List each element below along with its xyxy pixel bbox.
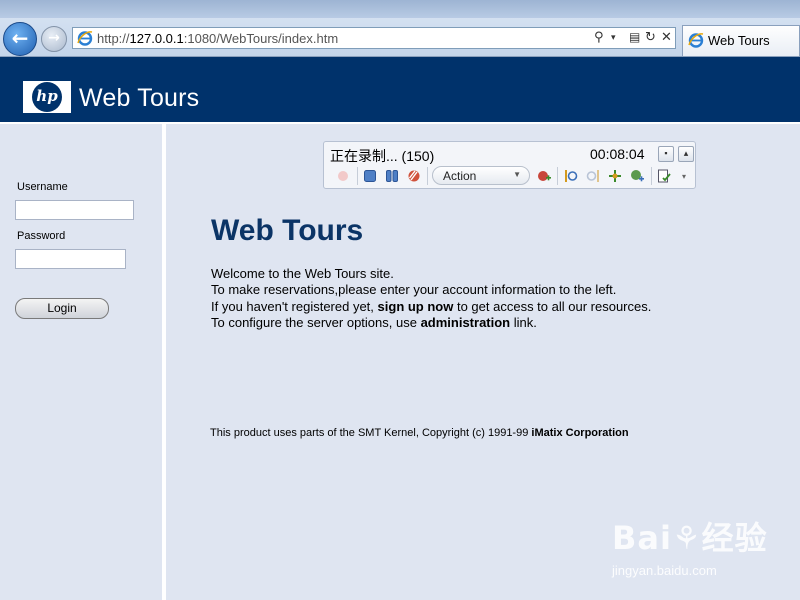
dropdown-icon[interactable]: ▾	[611, 33, 616, 43]
ie-logo-icon	[688, 33, 704, 48]
login-sidebar: Username Password Login	[0, 124, 166, 600]
forward-button[interactable]: →	[41, 26, 67, 52]
username-field[interactable]	[15, 200, 134, 220]
search-icon[interactable]: ⚲	[594, 30, 604, 45]
watermark-logo: Bai⚘经验	[612, 519, 768, 557]
toolbar-divider	[557, 167, 558, 185]
signup-link[interactable]: sign up now	[378, 299, 454, 314]
recording-status: 正在录制... (150)	[330, 148, 435, 164]
insert-start-transaction-icon[interactable]	[564, 169, 578, 183]
password-field[interactable]	[15, 249, 126, 269]
window-title-bar	[0, 0, 800, 18]
username-label: Username	[17, 181, 68, 193]
welcome-line: Welcome to the Web Tours site.	[211, 266, 394, 281]
admin-prefix: To configure the server options, use	[211, 314, 421, 330]
password-label: Password	[17, 230, 66, 242]
welcome-text: Welcome to the Web Tours site. To make r…	[211, 266, 651, 331]
recording-timer: 00:08:04	[590, 146, 645, 162]
url-scheme: http://	[97, 31, 130, 46]
hp-logo: hp	[23, 81, 71, 113]
stop-load-icon[interactable]: ✕	[661, 30, 672, 45]
insert-rendezvous-icon[interactable]	[608, 169, 622, 183]
admin-suffix: link.	[510, 314, 537, 330]
forward-arrow-icon: →	[48, 30, 60, 46]
record-icon[interactable]	[336, 169, 350, 183]
watermark-site: jingyan.baidu.com	[612, 563, 717, 578]
url-host: 127.0.0.1	[129, 31, 184, 46]
back-button[interactable]: ←	[3, 22, 37, 56]
ie-logo-icon	[77, 31, 93, 46]
insert-comment-icon[interactable]	[630, 169, 644, 183]
pin-icon[interactable]: ▪	[658, 146, 674, 162]
reservation-instruction: To make reservations,please enter your a…	[211, 282, 617, 298]
signup-line: If you haven't registered yet, sign up n…	[211, 299, 651, 315]
back-arrow-icon: ←	[11, 26, 29, 50]
toolbar-options-icon[interactable]: ▾	[682, 172, 686, 181]
refresh-icon[interactable]: ↻	[645, 30, 656, 45]
browser-tab[interactable]: Web Tours	[682, 25, 800, 56]
recording-controls: Action ▼ ▾	[324, 164, 695, 188]
toolbar-divider	[651, 167, 652, 185]
baidu-watermark: Bai⚘经验 jingyan.baidu.com	[612, 513, 768, 578]
copyright-company: iMatix Corporation	[531, 427, 629, 439]
toolbar-divider	[427, 167, 428, 185]
cancel-recording-icon[interactable]	[407, 169, 421, 183]
insert-action-icon[interactable]	[537, 169, 551, 183]
stop-icon[interactable]	[363, 169, 377, 183]
insert-text-check-icon[interactable]	[657, 169, 671, 183]
copyright-notice: This product uses parts of the SMT Kerne…	[210, 427, 629, 439]
compatibility-view-icon[interactable]: ▤	[629, 30, 640, 44]
login-button[interactable]: Login	[15, 298, 109, 319]
insert-end-transaction-icon[interactable]	[586, 169, 600, 183]
copyright-text: This product uses parts of the SMT Kerne…	[210, 427, 532, 439]
url-text: http://127.0.0.1:1080/WebTours/index.htm	[97, 31, 338, 46]
collapse-icon[interactable]: ▴	[678, 146, 694, 162]
address-bar[interactable]: http://127.0.0.1:1080/WebTours/index.htm…	[72, 27, 676, 49]
toolbar-divider	[357, 167, 358, 185]
browser-toolbar: ← → http://127.0.0.1:1080/WebTours/index…	[0, 0, 800, 57]
hp-logo-mark: hp	[32, 82, 62, 112]
site-header: hp Web Tours	[0, 57, 800, 124]
administration-link[interactable]: administration	[421, 315, 511, 330]
page-title: Web Tours	[211, 214, 364, 247]
tab-title: Web Tours	[708, 33, 770, 48]
chevron-down-icon: ▼	[513, 170, 521, 179]
signup-suffix: to get access to all our resources.	[453, 298, 652, 314]
signup-prefix: If you haven't registered yet,	[211, 298, 378, 314]
pause-icon[interactable]	[385, 169, 399, 183]
admin-line: To configure the server options, use adm…	[211, 315, 651, 331]
url-path: :1080/WebTours/index.htm	[183, 31, 339, 46]
site-brand: Web Tours	[79, 84, 200, 112]
action-dropdown-label: Action	[443, 169, 477, 183]
recording-toolbar: 正在录制... (150) 00:08:04 ▪ ▴ Action ▼ ▾	[323, 141, 696, 189]
action-dropdown[interactable]: Action ▼	[432, 166, 530, 185]
